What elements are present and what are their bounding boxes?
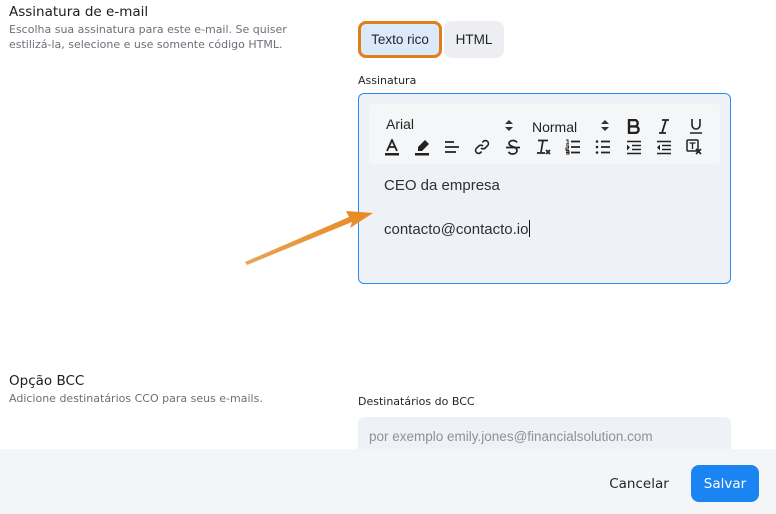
signature-section-description: Escolha sua assinatura para este e-mail.… — [9, 22, 287, 52]
bullet-list-icon[interactable] — [592, 137, 614, 157]
align-left-icon[interactable] — [441, 137, 463, 157]
save-button[interactable]: Salvar — [691, 465, 759, 502]
signature-editor[interactable]: Arial Normal CEO da empresa contacto@con… — [358, 93, 731, 284]
signature-text-line-1: CEO da empresa — [384, 177, 500, 194]
bcc-section-description: Adicione destinatários CCO para seus e-m… — [9, 392, 263, 405]
font-size-select[interactable]: Normal — [532, 119, 577, 135]
signature-text-line-2: contacto@contacto.io — [384, 220, 531, 238]
signature-section-title: Assinatura de e-mail — [9, 4, 149, 20]
bold-icon[interactable] — [623, 116, 645, 136]
outdent-icon[interactable] — [653, 137, 675, 157]
signature-mode-toggle: Texto rico HTML — [358, 21, 504, 58]
font-size-chevron-icon[interactable] — [601, 120, 609, 132]
indent-icon[interactable] — [623, 137, 645, 157]
signature-description-line1: Escolha sua assinatura para este e-mail.… — [9, 23, 287, 36]
font-family-chevron-icon[interactable] — [505, 120, 513, 132]
font-color-icon[interactable] — [381, 137, 403, 157]
font-family-select[interactable]: Arial — [386, 116, 414, 132]
bcc-field-label: Destinatários do BCC — [358, 395, 475, 408]
signature-email-text: contacto@contacto.io — [384, 221, 529, 238]
html-mode-button[interactable]: HTML — [444, 21, 504, 58]
link-icon[interactable] — [471, 137, 493, 157]
editor-toolbar: Arial Normal — [369, 104, 720, 164]
ordered-list-icon[interactable] — [562, 137, 584, 157]
strikethrough-icon[interactable] — [502, 137, 524, 157]
cancel-button[interactable]: Cancelar — [598, 465, 680, 502]
text-cursor — [529, 220, 531, 237]
rich-text-mode-button[interactable]: Texto rico — [358, 21, 442, 58]
underline-icon[interactable] — [685, 116, 707, 136]
signature-field-label: Assinatura — [358, 74, 417, 87]
italic-icon[interactable] — [653, 116, 675, 136]
clear-format-icon[interactable] — [532, 137, 554, 157]
remove-format-icon[interactable] — [683, 137, 705, 157]
signature-description-line2: estilizá-la, selecione e use somente cód… — [9, 38, 283, 51]
highlight-icon[interactable] — [411, 137, 433, 157]
bcc-section-title: Opção BCC — [9, 373, 85, 389]
